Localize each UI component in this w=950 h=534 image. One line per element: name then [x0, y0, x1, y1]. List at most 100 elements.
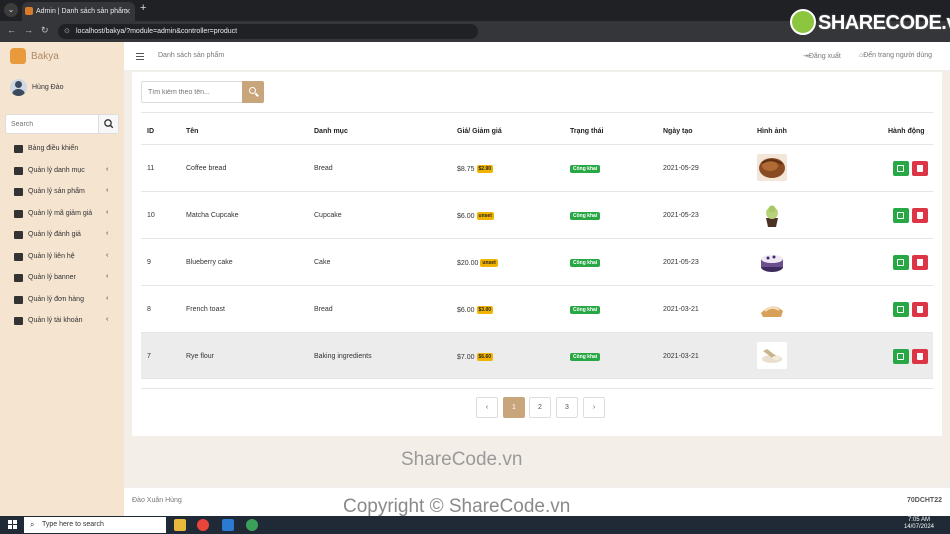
vscode-icon[interactable] — [222, 519, 234, 531]
search-icon — [104, 119, 114, 129]
delete-button[interactable] — [912, 208, 928, 223]
sidebar-item-coupons[interactable]: Quản lý mã giảm giá ‹ — [0, 204, 124, 226]
pagination-page-1[interactable]: 1 — [503, 397, 525, 418]
back-icon[interactable]: ← — [7, 25, 16, 35]
delete-button[interactable] — [912, 255, 928, 270]
product-thumbnail — [757, 342, 787, 369]
sidebar-item-label: Quản lý liên hệ — [28, 252, 75, 260]
cell-id: 11 — [147, 165, 155, 172]
watermark-text: ShareCode.vn — [401, 449, 523, 470]
pagination-page-3[interactable]: 3 — [556, 397, 578, 418]
site-info-icon[interactable]: ⊙ — [64, 24, 70, 39]
status-badge: Công khai — [570, 259, 601, 267]
edit-icon — [897, 259, 904, 266]
shirt-icon — [14, 188, 23, 196]
column-header-actions[interactable]: Hành động — [888, 128, 925, 135]
avatar — [10, 79, 27, 96]
cell-category: Cake — [314, 259, 331, 266]
pagination-page-2[interactable]: 2 — [529, 397, 551, 418]
cell-price: $8.75 $2.90 — [457, 165, 494, 173]
column-header-category[interactable]: Danh mục — [314, 128, 348, 135]
pagination-prev[interactable]: ‹ — [476, 397, 498, 418]
gift-icon — [14, 209, 23, 218]
trash-icon — [917, 259, 923, 266]
windows-start-icon[interactable] — [8, 520, 18, 530]
discount-badge: $3.00 — [476, 306, 494, 314]
cell-date: 2021-05-23 — [663, 259, 699, 266]
app-icon[interactable] — [246, 519, 258, 531]
sidebar-item-label: Quản lý sản phẩm — [28, 188, 85, 195]
edit-button[interactable] — [893, 161, 909, 176]
edit-icon — [897, 165, 904, 172]
menu-toggle-icon[interactable] — [136, 53, 144, 60]
sidebar-item-reviews[interactable]: Quản lý đánh giá ‹ — [0, 225, 124, 247]
status-badge: Công khai — [570, 165, 601, 173]
edit-button[interactable] — [893, 349, 909, 364]
new-tab-icon[interactable]: + — [140, 2, 146, 14]
delete-button[interactable] — [912, 161, 928, 176]
forward-icon[interactable]: → — [24, 25, 33, 35]
file-explorer-icon[interactable] — [174, 519, 186, 531]
cell-name: Coffee bread — [186, 165, 227, 172]
product-search-button[interactable] — [242, 81, 264, 103]
delete-button[interactable] — [912, 302, 928, 317]
sidebar-item-label: Quản lý danh mục — [28, 166, 85, 174]
browser-tab[interactable]: Admin | Danh sách sản phẩm ✕ — [22, 2, 135, 21]
sidebar-item-contacts[interactable]: Quản lý liên hệ ‹ — [0, 247, 124, 269]
sidebar-item-banners[interactable]: Quản lý banner ‹ — [0, 268, 124, 290]
cell-price: $20.00 unset — [457, 259, 498, 267]
chevron-left-icon: ‹ — [106, 251, 109, 259]
status-badge: Công khai — [570, 306, 601, 314]
cell-price: $6.00 unset — [457, 212, 494, 220]
sidebar-item-dashboard[interactable]: Bảng điều khiển — [0, 139, 124, 161]
sidebar-item-products[interactable]: Quản lý sản phẩm ‹ — [0, 182, 124, 204]
product-search-input[interactable] — [141, 81, 243, 103]
clock-time: 7:05 AM — [907, 517, 930, 523]
product-thumbnail — [757, 248, 787, 275]
url-field[interactable]: ⊙ localhost/bakya/?module=admin&controll… — [58, 24, 478, 39]
sidebar-menu: Bảng điều khiển Quản lý danh mục ‹ Quản … — [0, 139, 124, 333]
delete-button[interactable] — [912, 349, 928, 364]
cell-date: 2021-03-21 — [663, 353, 699, 360]
cell-date: 2021-05-29 — [663, 165, 699, 172]
sidebar-item-accounts[interactable]: Quản lý tài khoản ‹ — [0, 311, 124, 333]
clock-date: 14/07/2024 — [903, 524, 934, 530]
sidebar-search-button[interactable] — [98, 115, 118, 133]
taskbar-search[interactable]: ⌕ Type here to search — [24, 517, 166, 533]
column-header-price[interactable]: Giá/ Giảm giá — [457, 128, 502, 135]
cell-name: Blueberry cake — [186, 259, 233, 266]
product-thumbnail — [757, 201, 787, 228]
url-text: localhost/bakya/?module=admin&controller… — [76, 28, 238, 35]
cell-category: Bread — [314, 306, 333, 313]
reload-icon[interactable]: ↻ — [41, 25, 49, 36]
sharecode-logo: SHARECODE.vn — [790, 9, 950, 39]
user-site-link[interactable]: ⌂Đến trang người dùng — [859, 52, 932, 59]
column-header-status[interactable]: Trạng thái — [570, 128, 603, 135]
chevron-left-icon: ‹ — [106, 165, 109, 173]
edit-button[interactable] — [893, 255, 909, 270]
taskbar-clock[interactable]: 7:05 AM 14/07/2024 — [904, 517, 934, 531]
divider — [141, 388, 933, 389]
chrome-icon[interactable] — [197, 519, 209, 531]
sidebar-item-label: Quản lý mã giảm giá — [28, 209, 93, 217]
tab-close-icon[interactable]: ✕ — [124, 2, 131, 21]
column-header-name[interactable]: Tên — [186, 128, 198, 135]
sidebar-search — [5, 114, 119, 134]
column-header-id[interactable]: ID — [147, 128, 154, 135]
logout-link[interactable]: ⇥Đăng xuất — [803, 52, 841, 60]
sidebar-item-orders[interactable]: Quản lý đơn hàng ‹ — [0, 290, 124, 312]
cell-name: Matcha Cupcake — [186, 212, 239, 219]
sidebar-item-categories[interactable]: Quản lý danh mục ‹ — [0, 161, 124, 183]
tab-list-chevron-icon[interactable]: ⌄ — [4, 3, 18, 17]
sidebar-search-input[interactable] — [6, 115, 99, 133]
cell-name: Rye flour — [186, 353, 215, 360]
edit-button[interactable] — [893, 208, 909, 223]
column-header-image[interactable]: Hình ảnh — [757, 128, 787, 135]
footer-author: Đào Xuân Hùng — [132, 497, 182, 504]
tab-title: Admin | Danh sách sản phẩm — [36, 8, 128, 15]
column-header-created[interactable]: Ngày tạo — [663, 128, 693, 135]
cell-price: $7.00 $6.60 — [457, 353, 494, 361]
pagination-next[interactable]: › — [583, 397, 605, 418]
edit-button[interactable] — [893, 302, 909, 317]
search-icon — [249, 87, 256, 94]
